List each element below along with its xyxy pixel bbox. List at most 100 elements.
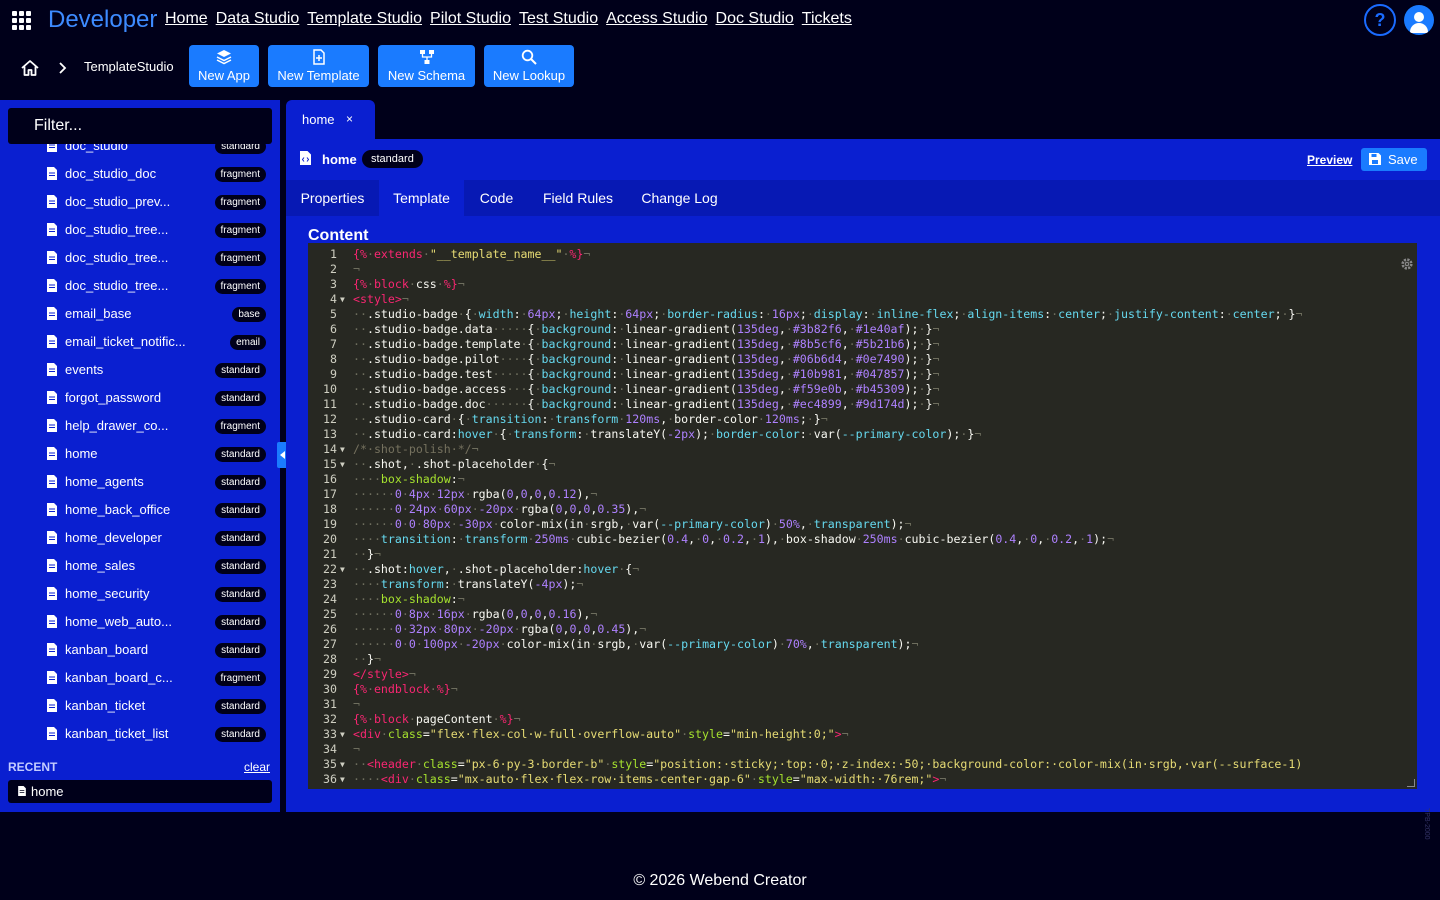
fold-toggle-icon[interactable]: ▼ (340, 292, 345, 307)
sidebar-item[interactable]: home_agents standard (0, 468, 280, 496)
sidebar-item[interactable]: doc_studio_tree... fragment (0, 216, 280, 244)
nav-link-test-studio[interactable]: Test Studio (519, 10, 598, 28)
file-icon (47, 699, 57, 712)
tab-code[interactable]: Code (464, 180, 529, 216)
tab-field-rules[interactable]: Field Rules (529, 180, 627, 216)
sidebar-item[interactable]: doc_studio_tree... fragment (0, 272, 280, 300)
sidebar-item[interactable]: home standard (0, 440, 280, 468)
sidebar-item[interactable]: kanban_ticket_list standard (0, 720, 280, 748)
document-title: home (322, 152, 357, 167)
home-icon[interactable] (20, 58, 40, 78)
file-icon (47, 671, 57, 684)
new-lookup-button[interactable]: New Lookup (484, 45, 574, 87)
line-number: 33 (323, 727, 337, 741)
fold-toggle-icon[interactable]: ▼ (340, 562, 345, 577)
fold-toggle-icon[interactable]: ▼ (340, 727, 345, 742)
tab-change-log[interactable]: Change Log (627, 180, 732, 216)
code-line: 2 ¬ (308, 262, 1417, 277)
code-text: ······0·24px·60px·-20px·rgba(0,0,0,0.35)… (353, 502, 647, 516)
help-button[interactable]: ? (1364, 4, 1396, 36)
sidebar-item[interactable]: home_security standard (0, 580, 280, 608)
recent-clear-link[interactable]: clear (244, 760, 270, 774)
user-avatar-icon[interactable] (1404, 5, 1434, 35)
code-line: 28 ··}¬ (308, 652, 1417, 667)
nav-link-tickets[interactable]: Tickets (802, 10, 852, 28)
template-list[interactable]: doc_studio standard doc_studio_doc fragment… (0, 144, 280, 752)
file-icon (47, 363, 57, 376)
code-line: 24 ····box-shadow:¬ (308, 592, 1417, 607)
tab-template[interactable]: Template (379, 180, 464, 216)
sidebar-item[interactable]: kanban_board standard (0, 636, 280, 664)
sidebar-item[interactable]: email_ticket_notific... email (0, 328, 280, 356)
sidebar-item-label: home_web_auto... (65, 614, 172, 629)
sidebar-item[interactable]: doc_studio_tree... fragment (0, 244, 280, 272)
editor-tab-home[interactable]: home × (286, 100, 375, 140)
sidebar-item-label: doc_studio_doc (65, 166, 157, 181)
sidebar-item-badge: fragment (214, 195, 266, 210)
sidebar-item[interactable]: help_drawer_co... fragment (0, 412, 280, 440)
code-text: ······0·4px·12px·rgba(0,0,0,0.12),¬ (353, 487, 598, 501)
code-text: ··.studio-badge.doc······{·background:·l… (353, 397, 940, 411)
code-line: 15 ▼ ··.shot,·.shot-placeholder·{¬ (308, 457, 1417, 472)
sidebar-item-badge: fragment (214, 671, 266, 686)
sidebar-item[interactable]: doc_studio standard (0, 144, 280, 160)
save-button[interactable]: Save (1361, 148, 1427, 171)
close-icon[interactable]: × (346, 112, 353, 126)
code-line: 22 ▼ ··.shot:hover,·.shot-placeholder:hove… (308, 562, 1417, 577)
filter-input[interactable]: Filter... (8, 108, 272, 144)
nav-link-doc-studio[interactable]: Doc Studio (716, 10, 794, 28)
sidebar-item[interactable]: home_back_office standard (0, 496, 280, 524)
sidebar-item-label: doc_studio_tree... (65, 222, 169, 237)
sidebar-item[interactable]: events standard (0, 356, 280, 384)
gear-icon[interactable] (1400, 257, 1414, 271)
tab-properties[interactable]: Properties (286, 180, 379, 216)
line-number: 15 (323, 457, 337, 471)
fold-toggle-icon[interactable]: ▼ (340, 442, 345, 457)
nav-link-access-studio[interactable]: Access Studio (606, 10, 707, 28)
sidebar-item-label: doc_studio_tree... (65, 250, 169, 265)
sidebar-item[interactable]: forgot_password standard (0, 384, 280, 412)
apps-grid-icon[interactable] (12, 11, 31, 30)
fold-toggle-icon[interactable]: ▼ (340, 457, 345, 472)
preview-link[interactable]: Preview (1307, 153, 1352, 167)
code-text: ¬ (353, 697, 360, 711)
line-number: 19 (323, 517, 337, 531)
code-text: {%·extends·"__template_name__"·%}¬ (353, 247, 591, 261)
code-editor[interactable]: 1 {%·extends·"__template_name__"·%}¬ 2 ¬ 3 {%… (308, 243, 1417, 789)
sidebar-item[interactable]: kanban_board_c... fragment (0, 664, 280, 692)
line-number: 1 (330, 247, 337, 261)
resize-handle[interactable] (1407, 779, 1415, 787)
code-line: 8 ··.studio-badge.pilot····{·background:·… (308, 352, 1417, 367)
code-line: 12 ··.studio-card·{·transition:·transform… (308, 412, 1417, 427)
sidebar-item[interactable]: doc_studio_doc fragment (0, 160, 280, 188)
fold-toggle-icon[interactable]: ▼ (340, 772, 345, 787)
code-line: 6 ··.studio-badge.data·····{·background:·… (308, 322, 1417, 337)
code-line: 19 ······0·0·80px·-30px·color-mix(in·srgb… (308, 517, 1417, 532)
new-app-button[interactable]: New App (189, 45, 259, 87)
nav-link-home[interactable]: Home (165, 10, 208, 28)
fold-toggle-icon[interactable]: ▼ (340, 757, 345, 772)
line-number: 13 (323, 427, 337, 441)
new-schema-button[interactable]: New Schema (378, 45, 475, 87)
sidebar-item[interactable]: kanban_ticket standard (0, 692, 280, 720)
code-text: ··.studio-badge.data·····{·background:·l… (353, 322, 940, 336)
file-icon (47, 587, 57, 600)
sidebar-item[interactable]: home_sales standard (0, 552, 280, 580)
sidebar-item-badge: fragment (214, 223, 266, 238)
code-line: 21 ··}¬ (308, 547, 1417, 562)
sidebar-item[interactable]: home_web_auto... standard (0, 608, 280, 636)
sidebar-item[interactable]: home_developer standard (0, 524, 280, 552)
new-schema-label: New Schema (387, 68, 466, 83)
sidebar-item[interactable]: doc_studio_prev... fragment (0, 188, 280, 216)
nav-link-data-studio[interactable]: Data Studio (216, 10, 300, 28)
sidebar-item[interactable]: email_base base (0, 300, 280, 328)
recent-item[interactable]: home (8, 780, 272, 803)
breadcrumb-current: TemplateStudio (84, 59, 174, 74)
nav-link-pilot-studio[interactable]: Pilot Studio (430, 10, 511, 28)
nav-link-template-studio[interactable]: Template Studio (307, 10, 422, 28)
sidebar-item[interactable]: kanban_ticket...standard (0, 748, 280, 752)
code-line: 31 ¬ (308, 697, 1417, 712)
file-icon (47, 167, 57, 180)
new-template-button[interactable]: New Template (268, 45, 369, 87)
line-number: 5 (330, 307, 337, 321)
